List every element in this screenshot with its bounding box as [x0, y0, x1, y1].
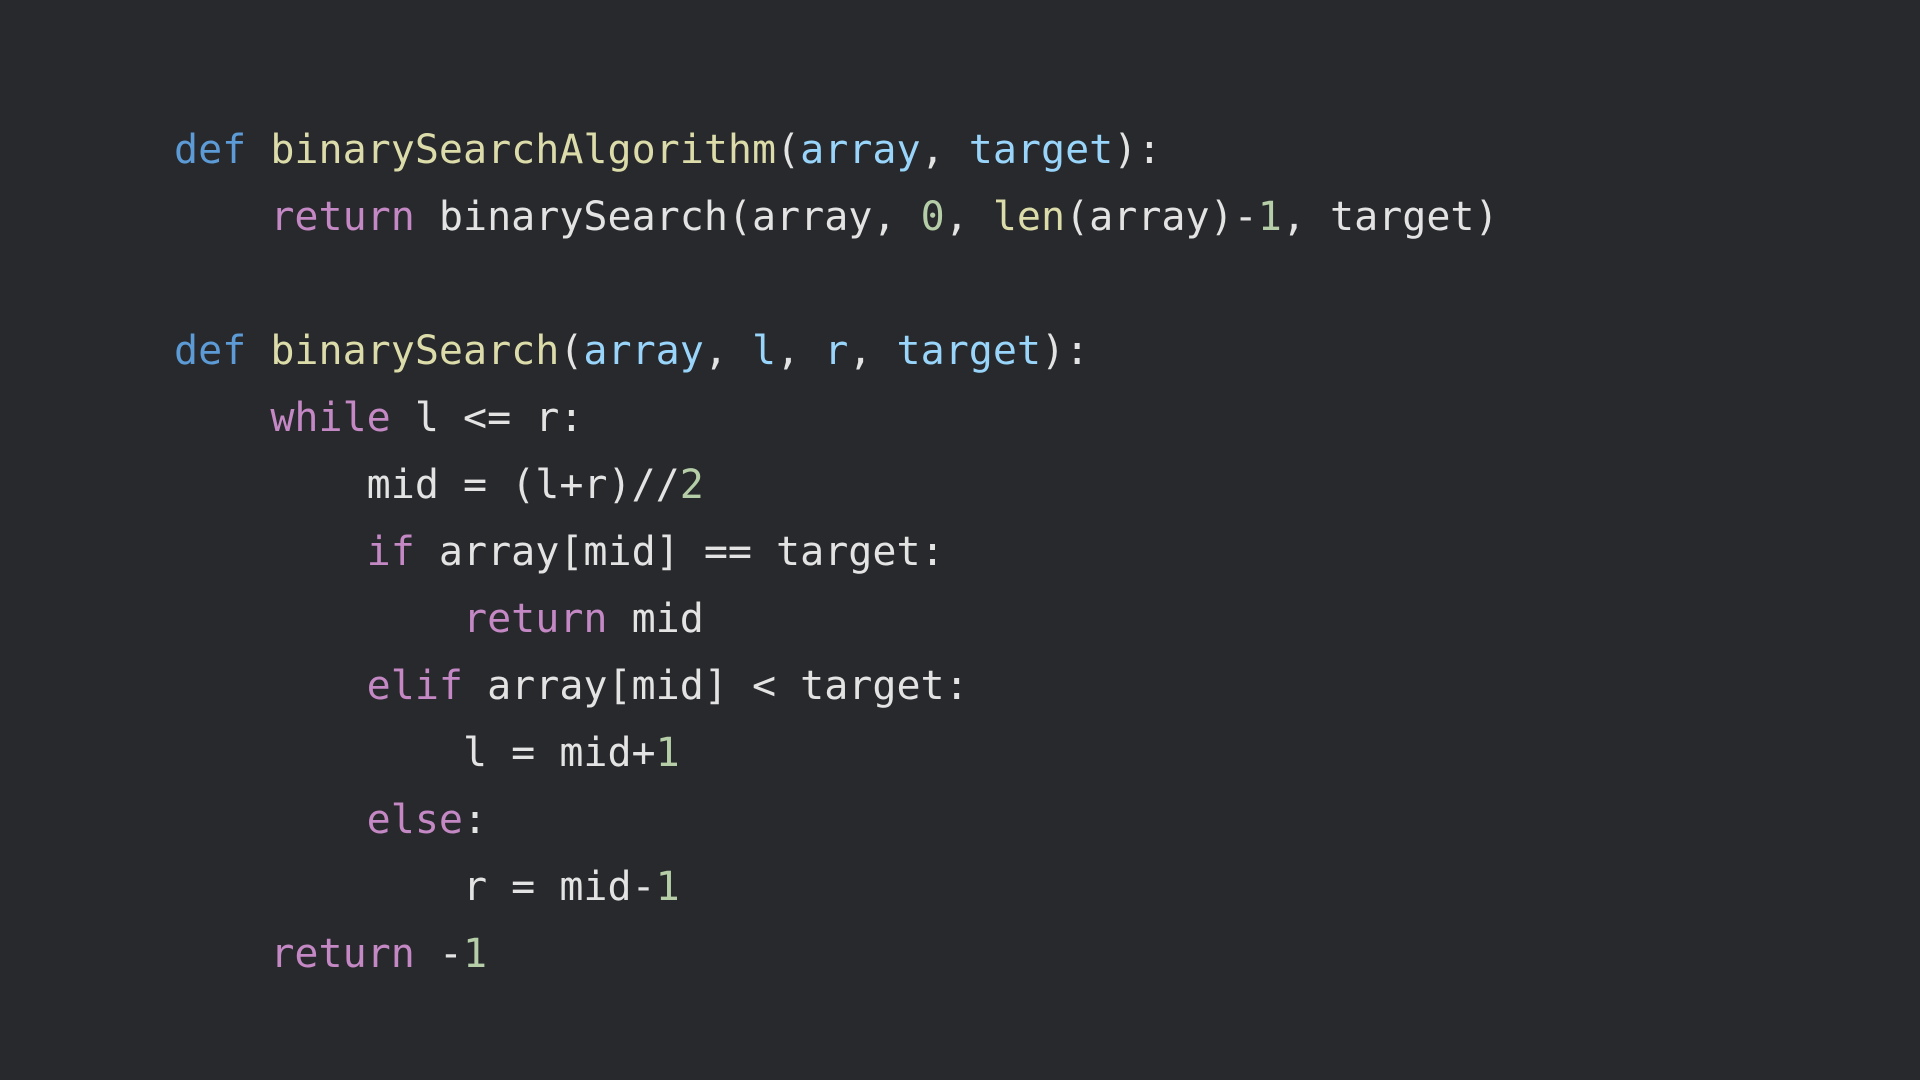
- code-line: def binarySearchAlgorithm(array, target)…: [174, 117, 1499, 184]
- code-token-plain: -: [414, 931, 463, 977]
- code-token-fn: binarySearch: [270, 328, 560, 374]
- code-line: else:: [174, 787, 1499, 854]
- code-token-plain: l <= r:: [390, 395, 584, 441]
- code-token-param: array: [800, 127, 921, 173]
- code-token-plain: ,: [703, 328, 753, 374]
- code-token-plain: mid = (l+r)//: [366, 462, 680, 508]
- code-token-num: 2: [679, 462, 704, 508]
- code-view: def binarySearchAlgorithm(array, target)…: [0, 0, 1920, 1080]
- code-token-plain: binarySearch(array,: [414, 194, 921, 240]
- code-line: if array[mid] == target:: [174, 519, 1499, 586]
- code-line: elif array[mid] < target:: [174, 653, 1499, 720]
- code-line: def binarySearch(array, l, r, target):: [174, 318, 1499, 385]
- code-token-plain: :: [462, 797, 488, 843]
- code-token-plain: ,: [848, 328, 897, 374]
- code-token-param: l: [752, 328, 777, 374]
- code-token-plain: ,: [776, 328, 825, 374]
- code-line: return mid: [174, 586, 1499, 653]
- code-token-kw: elif: [366, 663, 463, 709]
- code-token-kw: while: [270, 395, 391, 441]
- code-token-param: r: [824, 328, 849, 374]
- code-token-plain: , target): [1281, 194, 1499, 240]
- code-token-param: target: [896, 328, 1042, 374]
- code-token-fn: binarySearchAlgorithm: [270, 127, 777, 173]
- code-token-num: 1: [655, 730, 680, 776]
- code-line: return binarySearch(array, 0, len(array)…: [174, 184, 1499, 251]
- code-token-num: 0: [920, 194, 945, 240]
- code-token-kw: if: [366, 529, 415, 575]
- code-token-num: 1: [655, 864, 680, 910]
- code-token-plain: (array)-: [1065, 194, 1258, 240]
- code-token-plain: (: [776, 127, 801, 173]
- code-token-plain: ):: [1113, 127, 1162, 173]
- code-line: r = mid-1: [174, 854, 1499, 921]
- code-token-plain: r = mid-: [462, 864, 656, 910]
- code-token-param: array: [583, 328, 704, 374]
- code-token-kw: else: [366, 797, 463, 843]
- code-token-plain: ):: [1041, 328, 1090, 374]
- code-token-kw: return: [270, 931, 415, 977]
- code-token-kw: return: [270, 194, 415, 240]
- code-token-plain: array[mid] < target:: [462, 663, 969, 709]
- code-line: while l <= r:: [174, 385, 1499, 452]
- code-token-plain: ,: [920, 127, 969, 173]
- code-token-plain: (: [559, 328, 584, 374]
- code-token-kw-def: def: [174, 328, 247, 374]
- code-token-num: 1: [1257, 194, 1282, 240]
- code-token-plain: ,: [944, 194, 993, 240]
- code-token-plain: array[mid] == target:: [414, 529, 945, 575]
- code-token-kw: return: [462, 596, 608, 642]
- code-line: mid = (l+r)//2: [174, 452, 1499, 519]
- code-block[interactable]: def binarySearchAlgorithm(array, target)…: [174, 117, 1499, 988]
- code-line: return -1: [174, 921, 1499, 988]
- code-token-plain: mid: [607, 596, 704, 642]
- code-token-plain: l = mid+: [462, 730, 656, 776]
- code-token-fn: len: [992, 194, 1066, 240]
- code-line: l = mid+1: [174, 720, 1499, 787]
- code-token-kw-def: def: [174, 127, 247, 173]
- code-token-num: 1: [463, 931, 488, 977]
- code-token-param: target: [968, 127, 1114, 173]
